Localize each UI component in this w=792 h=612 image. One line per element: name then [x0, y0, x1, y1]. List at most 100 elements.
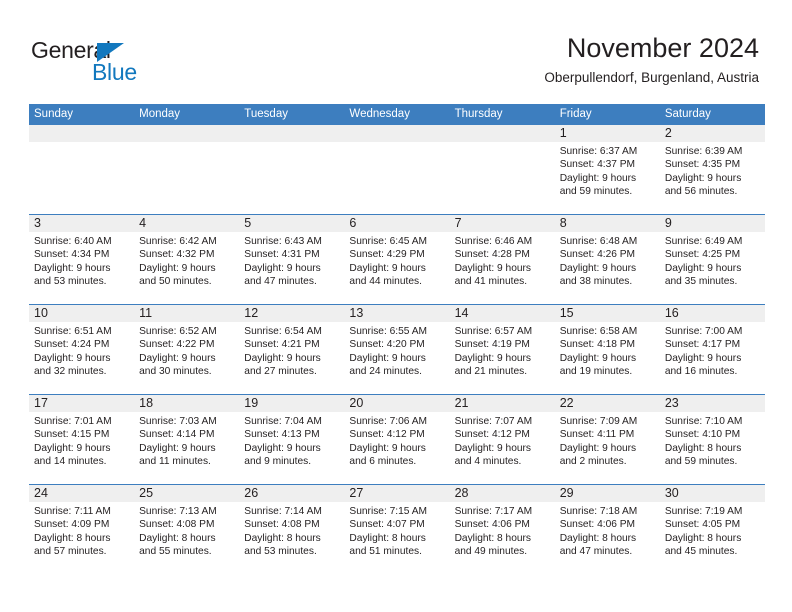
calendar-day-cell[interactable]: 26 Sunrise: 7:14 AM Sunset: 4:08 PM Dayligh…	[239, 485, 345, 574]
calendar-day-cell[interactable]: 4 Sunrise: 6:42 AM Sunset: 4:32 PM Daylight…	[134, 215, 240, 304]
day-sunset-text: Sunset: 4:06 PM	[454, 519, 530, 531]
day-sunrise-text: Sunrise: 6:46 AM	[454, 236, 533, 247]
day-sunrise-text: Sunrise: 6:40 AM	[34, 236, 112, 247]
calendar-day-cell[interactable]: 21 Sunrise: 7:07 AM Sunset: 4:12 PM Dayligh…	[449, 395, 555, 484]
day-daylight-text: and 56 minutes.	[664, 186, 738, 198]
weekday-header-monday: Monday	[139, 108, 181, 120]
day-number: 26	[239, 485, 345, 502]
calendar-day-cell[interactable]: 22 Sunrise: 7:09 AM Sunset: 4:11 PM Dayligh…	[554, 395, 660, 484]
calendar-day-cell[interactable]: 11 Sunrise: 6:52 AM Sunset: 4:22 PM Dayligh…	[134, 305, 240, 394]
day-sunrise-text: Sunrise: 7:01 AM	[34, 416, 112, 427]
day-daylight-text: Daylight: 8 hours	[349, 532, 426, 544]
day-daylight-text: and 50 minutes.	[139, 276, 212, 288]
calendar-day-cell[interactable]: 19 Sunrise: 7:04 AM Sunset: 4:13 PM Dayligh…	[239, 395, 345, 484]
day-daylight-text: and 19 minutes.	[559, 366, 633, 378]
calendar-day-cell[interactable]: 16 Sunrise: 7:00 AM Sunset: 4:17 PM Dayligh…	[659, 305, 765, 394]
day-daylight-text: Daylight: 8 hours	[664, 442, 742, 454]
page-title: November 2024	[566, 33, 759, 63]
calendar-day-cell-empty	[344, 125, 450, 214]
weekday-header-friday: Friday	[559, 108, 592, 120]
day-sun-info: Sunrise: 6:54 AM Sunset: 4:21 PM Daylight:…	[239, 322, 344, 379]
day-sunset-text: Sunset: 4:10 PM	[664, 429, 741, 441]
day-number: 4	[134, 215, 240, 232]
day-sunrise-text: Sunrise: 6:48 AM	[559, 236, 638, 247]
day-sunset-text: Sunset: 4:17 PM	[664, 339, 741, 351]
calendar-day-cell[interactable]: 3 Sunrise: 6:40 AM Sunset: 4:34 PM Daylight…	[29, 215, 135, 304]
day-sun-info: Sunrise: 6:42 AM Sunset: 4:32 PM Daylight:…	[134, 232, 239, 289]
day-sun-info: Sunrise: 6:48 AM Sunset: 4:26 PM Daylight:…	[555, 232, 660, 289]
calendar-day-cell[interactable]: 24 Sunrise: 7:11 AM Sunset: 4:09 PM Dayligh…	[29, 485, 135, 574]
day-sunrise-text: Sunrise: 6:52 AM	[139, 326, 217, 337]
day-number: 21	[449, 395, 555, 412]
day-sun-info: Sunrise: 7:09 AM Sunset: 4:11 PM Daylight:…	[555, 412, 660, 469]
day-sunset-text: Sunset: 4:14 PM	[139, 429, 215, 441]
day-sunrise-text: Sunrise: 6:58 AM	[559, 326, 638, 337]
calendar-day-cell[interactable]: 2 Sunrise: 6:39 AM Sunset: 4:35 PM Daylight…	[659, 125, 765, 214]
day-daylight-text: and 59 minutes.	[559, 186, 633, 198]
day-daylight-text: Daylight: 9 hours	[559, 172, 637, 184]
day-sunset-text: Sunset: 4:05 PM	[664, 519, 741, 531]
day-number: 1	[554, 125, 660, 142]
day-daylight-text: and 14 minutes.	[34, 456, 107, 468]
calendar-day-cell[interactable]: 1 Sunrise: 6:37 AM Sunset: 4:37 PM Daylight…	[554, 125, 660, 214]
calendar-day-cell[interactable]: 18 Sunrise: 7:03 AM Sunset: 4:14 PM Dayligh…	[134, 395, 240, 484]
day-daylight-text: Daylight: 9 hours	[244, 262, 321, 274]
day-daylight-text: and 51 minutes.	[349, 546, 422, 558]
calendar-day-cell[interactable]: 9 Sunrise: 6:49 AM Sunset: 4:25 PM Daylight…	[659, 215, 765, 304]
day-daylight-text: and 30 minutes.	[139, 366, 212, 378]
calendar-grid: Sunday Monday Tuesday Wednesday Thursday…	[29, 104, 765, 574]
calendar-day-cell[interactable]: 25 Sunrise: 7:13 AM Sunset: 4:08 PM Dayligh…	[134, 485, 240, 574]
day-sunrise-text: Sunrise: 6:39 AM	[664, 146, 743, 157]
day-daylight-text: and 9 minutes.	[244, 456, 312, 468]
day-sunrise-text: Sunrise: 7:09 AM	[559, 416, 638, 427]
day-daylight-text: and 35 minutes.	[664, 276, 738, 288]
day-sun-info: Sunrise: 6:39 AM Sunset: 4:35 PM Daylight:…	[660, 142, 765, 199]
day-sunset-text: Sunset: 4:28 PM	[454, 249, 530, 261]
day-sun-info: Sunrise: 7:18 AM Sunset: 4:06 PM Daylight:…	[555, 502, 660, 559]
calendar-day-cell[interactable]: 12 Sunrise: 6:54 AM Sunset: 4:21 PM Dayligh…	[239, 305, 345, 394]
day-number: 25	[134, 485, 240, 502]
calendar-day-cell[interactable]: 10 Sunrise: 6:51 AM Sunset: 4:24 PM Dayligh…	[29, 305, 135, 394]
calendar-day-cell[interactable]: 13 Sunrise: 6:55 AM Sunset: 4:20 PM Dayligh…	[344, 305, 450, 394]
day-number: 19	[239, 395, 345, 412]
day-sunset-text: Sunset: 4:32 PM	[139, 249, 215, 261]
calendar-week-row: 10 Sunrise: 6:51 AM Sunset: 4:24 PM Dayligh…	[29, 304, 765, 394]
day-daylight-text: Daylight: 9 hours	[139, 442, 216, 454]
page-subtitle: Oberpullendorf, Burgenland, Austria	[544, 70, 759, 85]
calendar-day-cell-empty	[134, 125, 240, 214]
calendar-day-cell[interactable]: 27 Sunrise: 7:15 AM Sunset: 4:07 PM Dayligh…	[344, 485, 450, 574]
calendar-day-cell[interactable]: 14 Sunrise: 6:57 AM Sunset: 4:19 PM Dayligh…	[449, 305, 555, 394]
day-sun-info: Sunrise: 7:04 AM Sunset: 4:13 PM Daylight:…	[239, 412, 344, 469]
day-number: 7	[449, 215, 555, 232]
calendar-day-cell[interactable]: 8 Sunrise: 6:48 AM Sunset: 4:26 PM Daylight…	[554, 215, 660, 304]
day-sunset-text: Sunset: 4:08 PM	[139, 519, 215, 531]
day-number: 13	[344, 305, 450, 322]
calendar-day-cell[interactable]: 7 Sunrise: 6:46 AM Sunset: 4:28 PM Daylight…	[449, 215, 555, 304]
calendar-day-cell[interactable]: 15 Sunrise: 6:58 AM Sunset: 4:18 PM Dayligh…	[554, 305, 660, 394]
day-sunset-text: Sunset: 4:18 PM	[559, 339, 636, 351]
calendar-day-cell[interactable]: 28 Sunrise: 7:17 AM Sunset: 4:06 PM Dayligh…	[449, 485, 555, 574]
day-sun-info: Sunrise: 6:43 AM Sunset: 4:31 PM Daylight:…	[239, 232, 344, 289]
calendar-day-cell[interactable]: 17 Sunrise: 7:01 AM Sunset: 4:15 PM Dayligh…	[29, 395, 135, 484]
day-daylight-text: Daylight: 9 hours	[349, 442, 426, 454]
day-daylight-text: Daylight: 9 hours	[34, 442, 111, 454]
day-sun-info: Sunrise: 7:15 AM Sunset: 4:07 PM Daylight:…	[344, 502, 449, 559]
calendar-day-cell[interactable]: 29 Sunrise: 7:18 AM Sunset: 4:06 PM Dayligh…	[554, 485, 660, 574]
day-sunset-text: Sunset: 4:15 PM	[34, 429, 110, 441]
calendar-day-cell[interactable]: 23 Sunrise: 7:10 AM Sunset: 4:10 PM Dayligh…	[659, 395, 765, 484]
calendar-day-cell[interactable]: 30 Sunrise: 7:19 AM Sunset: 4:05 PM Dayligh…	[659, 485, 765, 574]
day-daylight-text: and 11 minutes.	[139, 456, 211, 468]
calendar-day-cell[interactable]: 6 Sunrise: 6:45 AM Sunset: 4:29 PM Daylight…	[344, 215, 450, 304]
day-number: 27	[344, 485, 450, 502]
day-daylight-text: Daylight: 9 hours	[244, 442, 321, 454]
general-blue-logo[interactable]: General Blue	[31, 38, 201, 86]
day-daylight-text: and 6 minutes.	[349, 456, 417, 468]
day-sunrise-text: Sunrise: 7:07 AM	[454, 416, 533, 427]
day-daylight-text: and 2 minutes.	[559, 456, 627, 468]
calendar-day-cell[interactable]: 5 Sunrise: 6:43 AM Sunset: 4:31 PM Daylight…	[239, 215, 345, 304]
day-daylight-text: and 44 minutes.	[349, 276, 422, 288]
weekday-header-wednesday: Wednesday	[349, 108, 410, 120]
day-daylight-text: Daylight: 9 hours	[349, 262, 426, 274]
calendar-day-cell[interactable]: 20 Sunrise: 7:06 AM Sunset: 4:12 PM Dayligh…	[344, 395, 450, 484]
day-daylight-text: and 59 minutes.	[664, 456, 738, 468]
